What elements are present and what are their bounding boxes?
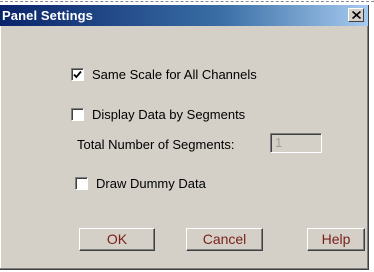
screen: Panel Settings Same Scale for All Channe… xyxy=(0,0,374,272)
background-dashed-line xyxy=(0,1,374,2)
ok-button[interactable]: OK xyxy=(79,228,155,251)
same-scale-label: Same Scale for All Channels xyxy=(92,67,257,82)
dialog-title: Panel Settings xyxy=(2,8,93,23)
close-icon xyxy=(352,11,361,19)
title-bar[interactable]: Panel Settings xyxy=(0,5,368,26)
draw-dummy-option[interactable]: Draw Dummy Data xyxy=(75,176,206,191)
display-segments-checkbox[interactable] xyxy=(71,108,84,121)
same-scale-option[interactable]: Same Scale for All Channels xyxy=(71,67,257,82)
display-segments-option[interactable]: Display Data by Segments xyxy=(71,107,245,122)
draw-dummy-checkbox[interactable] xyxy=(75,177,88,190)
display-segments-label: Display Data by Segments xyxy=(92,107,246,122)
panel-settings-dialog: Panel Settings Same Scale for All Channe… xyxy=(0,5,369,270)
close-button[interactable] xyxy=(348,8,364,22)
same-scale-checkbox[interactable] xyxy=(71,68,84,81)
draw-dummy-label: Draw Dummy Data xyxy=(96,176,206,191)
cancel-button[interactable]: Cancel xyxy=(186,228,263,251)
help-button[interactable]: Help xyxy=(307,228,365,251)
total-segments-label: Total Number of Segments: xyxy=(77,137,235,152)
checkmark-icon xyxy=(73,70,82,79)
total-segments-field[interactable]: 1 xyxy=(270,133,322,153)
